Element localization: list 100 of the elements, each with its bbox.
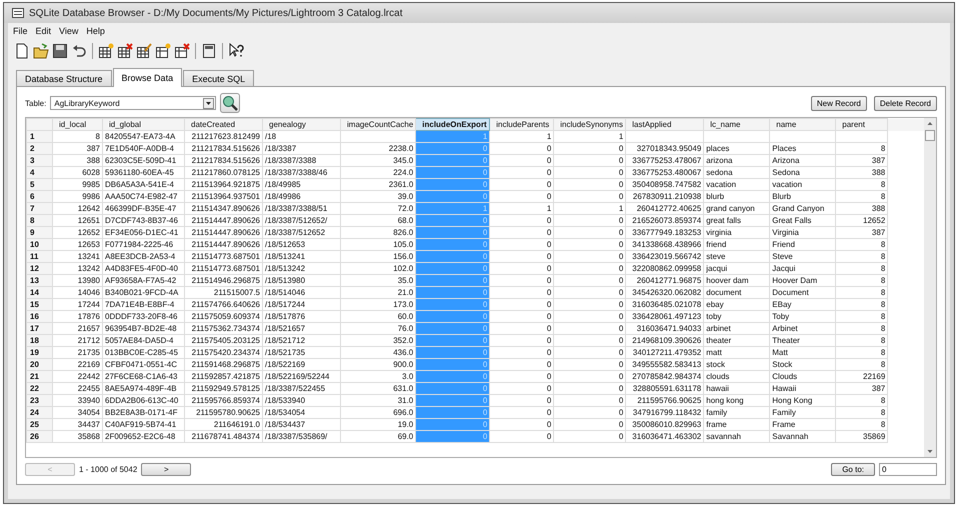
- table-edit-icon[interactable]: [136, 43, 152, 59]
- column-header[interactable]: imageCountCache: [340, 118, 416, 130]
- row-number[interactable]: 26: [26, 430, 52, 442]
- table-cell: 013BBC0E-C285-45: [105, 348, 178, 356]
- table-cell: /18/3387/512652: [265, 228, 326, 236]
- next-page-button[interactable]: >: [141, 462, 192, 476]
- column-header[interactable]: genealogy: [262, 118, 340, 130]
- row-number[interactable]: 5: [26, 178, 52, 190]
- row-number[interactable]: 4: [26, 166, 52, 178]
- row-number[interactable]: 7: [26, 202, 52, 214]
- column-header[interactable]: dateCreated: [184, 118, 262, 130]
- row-number[interactable]: 24: [26, 406, 52, 418]
- table-cell: B340B021-9FCD-4A: [105, 288, 178, 296]
- table-cell: 0: [546, 144, 552, 152]
- table-cell: 211513964.937501: [192, 192, 260, 200]
- row-number[interactable]: 17: [26, 322, 52, 334]
- menu-item[interactable]: Edit: [36, 26, 52, 36]
- record-button[interactable]: New Record: [810, 96, 867, 110]
- row-number[interactable]: 10: [26, 238, 52, 250]
- vertical-scrollbar[interactable]: [924, 118, 936, 457]
- table-cell: 341338668.438966: [632, 240, 702, 248]
- row-number[interactable]: 1: [26, 130, 52, 142]
- menu-item[interactable]: File: [13, 26, 28, 36]
- table-cell: 0: [618, 252, 624, 260]
- table-cell: 8: [880, 288, 886, 296]
- column-header[interactable]: includeParents: [490, 118, 554, 130]
- new-file-icon[interactable]: [14, 43, 30, 59]
- row-number[interactable]: 23: [26, 394, 52, 406]
- column-header[interactable]: name: [770, 118, 836, 130]
- table-cell: 7DA71E4B-E8BF-4: [105, 300, 174, 308]
- column-header[interactable]: id_global: [102, 118, 184, 130]
- row-number[interactable]: 13: [26, 274, 52, 286]
- table-cell: document: [706, 288, 742, 296]
- row-number[interactable]: 20: [26, 358, 52, 370]
- go-to-button[interactable]: Go to:: [831, 462, 875, 476]
- row-number[interactable]: 8: [26, 214, 52, 226]
- table-cell: 102.0: [393, 264, 414, 272]
- table-cell: 13242: [78, 264, 100, 272]
- table-cell: 59361180-60EA-45: [105, 168, 174, 176]
- table-cell: 62303C5E-509D-41: [105, 156, 176, 164]
- table-cell: 12653: [78, 240, 100, 248]
- table-cell: 27F6CE68-C1A6-43: [105, 372, 178, 380]
- table-cell: 260412772.40625: [636, 204, 702, 212]
- record-button[interactable]: Delete Record: [874, 96, 937, 110]
- row-number[interactable]: 14: [26, 286, 52, 298]
- table-cell: 0: [618, 180, 624, 188]
- table-cell: EBay: [772, 300, 792, 308]
- log-window-icon[interactable]: [201, 43, 217, 59]
- index-add-icon[interactable]: [155, 43, 171, 59]
- column-header[interactable]: id_local: [52, 118, 102, 130]
- row-number[interactable]: 19: [26, 346, 52, 358]
- table-cell: 0: [482, 156, 488, 164]
- tab[interactable]: Execute SQL: [183, 70, 254, 86]
- table-cell: 0: [482, 372, 488, 380]
- row-number[interactable]: 16: [26, 310, 52, 322]
- row-number[interactable]: 2: [26, 142, 52, 154]
- row-number[interactable]: 25: [26, 418, 52, 430]
- search-button[interactable]: [220, 93, 240, 113]
- row-number[interactable]: 3: [26, 154, 52, 166]
- menu-item[interactable]: View: [59, 26, 78, 36]
- row-number[interactable]: 6: [26, 190, 52, 202]
- row-number[interactable]: 11: [26, 250, 52, 262]
- column-header[interactable]: parent: [836, 118, 888, 130]
- column-header[interactable]: lastApplied: [626, 118, 704, 130]
- table-cell: Matt: [772, 348, 788, 356]
- row-number[interactable]: 22: [26, 382, 52, 394]
- table-cell: DB6A5A3A-541E-4: [105, 180, 174, 188]
- table-cell: Arbinet: [772, 324, 798, 332]
- table-cell: /18/513980: [265, 276, 306, 284]
- table-cell: 0: [618, 372, 624, 380]
- tab[interactable]: Browse Data: [112, 68, 182, 87]
- table-cell: Toby: [772, 312, 790, 320]
- table-cell: /18/513242: [265, 264, 306, 272]
- column-header[interactable]: includeSynonyms: [554, 118, 626, 130]
- undo-icon[interactable]: [71, 43, 87, 59]
- tab[interactable]: Database Structure: [16, 70, 112, 86]
- table-cell: /18/3387/522455: [265, 384, 326, 392]
- row-number[interactable]: 12: [26, 262, 52, 274]
- menu-item[interactable]: Help: [86, 26, 105, 36]
- row-number[interactable]: 15: [26, 298, 52, 310]
- table-add-icon[interactable]: [98, 43, 114, 59]
- table-cell: 0: [618, 324, 624, 332]
- table-dropdown[interactable]: AgLibraryKeyword: [50, 96, 216, 110]
- row-number[interactable]: 18: [26, 334, 52, 346]
- column-header[interactable]: includeOnExport: [416, 118, 490, 130]
- table-cell: 8: [880, 408, 886, 416]
- help-pointer-icon[interactable]: [228, 43, 244, 59]
- column-header[interactable]: lc_name: [704, 118, 770, 130]
- table-cell: 436.0: [393, 348, 414, 356]
- table-cell: 12642: [78, 204, 100, 212]
- table-cell: 0: [546, 216, 552, 224]
- table-cell: /18/522169: [265, 360, 306, 368]
- save-icon[interactable]: [52, 43, 68, 59]
- row-number[interactable]: 9: [26, 226, 52, 238]
- table-cell: Friend: [772, 240, 795, 248]
- folder-icon[interactable]: [33, 43, 49, 59]
- go-to-field[interactable]: 0: [879, 462, 937, 476]
- table-delete-icon[interactable]: [117, 43, 133, 59]
- index-delete-icon[interactable]: [174, 43, 190, 59]
- row-number[interactable]: 21: [26, 370, 52, 382]
